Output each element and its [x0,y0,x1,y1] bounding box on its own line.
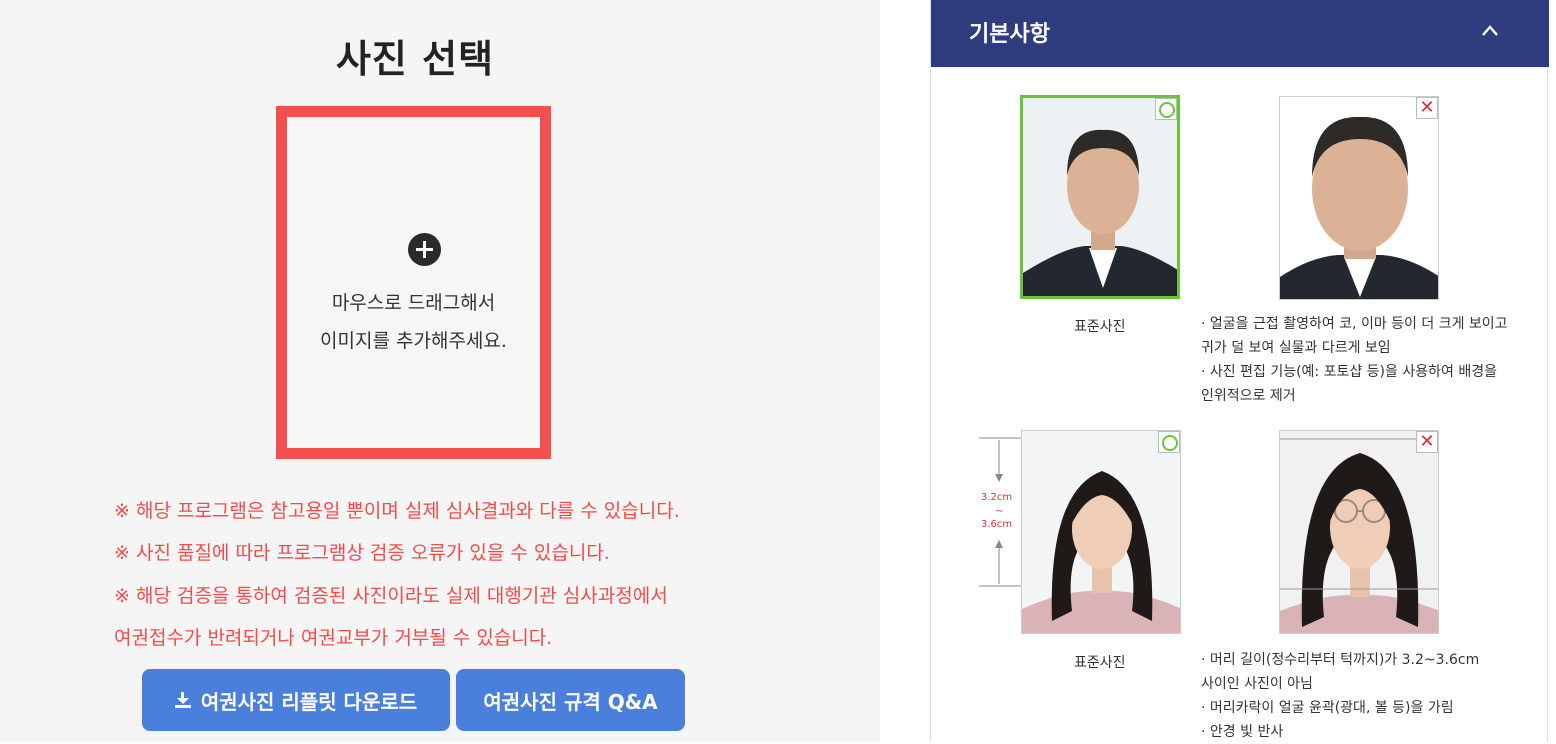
download-icon [174,692,191,708]
standard-photo-caption-1: 표준사진 [1074,319,1126,335]
notice-1: ※ 해당 프로그램은 참고용일 뿐이며 실제 심사결과와 다를 수 있습니다. [114,500,680,522]
standard-photo-caption-2: 표준사진 [1074,655,1126,671]
notice-4: 여권접수가 반려되거나 여권교부가 거부될 수 있습니다. [114,627,553,649]
panel-header[interactable]: 기본사항 [931,0,1549,67]
bad-mark-icon: ✕ [1416,97,1438,119]
measure-top: 3.2cm [981,492,1013,503]
woman-portrait-image [1022,431,1180,633]
bad-note-2-1: · 머리 길이(정수리부터 턱까지)가 3.2~3.6cm [1201,652,1480,668]
basic-info-panel: 기본사항 표준사진 ✕ · 얼굴을 근접 촬영하여 코, 이마 등이 더 크게 … [930,0,1549,744]
dropzone-text-line1: 마우스로 드래그해서 [331,292,496,314]
bad-notes-1: · 얼굴을 근접 촬영하여 코, 이마 등이 더 크게 보이고 귀가 덜 보여 … [1201,312,1508,408]
man-portrait-image [1023,98,1177,296]
bad-note-2-2: 사이인 사진이 아님 [1201,676,1313,692]
dropzone-border[interactable]: 마우스로 드래그해서 이미지를 추가해주세요. [276,106,551,459]
ok-mark-icon [1158,431,1180,453]
bad-photo-man: ✕ [1279,96,1439,300]
image-dropzone[interactable]: 마우스로 드래그해서 이미지를 추가해주세요. [287,117,540,448]
panel-title: 기본사항 [969,22,1050,47]
photo-spec-qa-button[interactable]: 여권사진 규격 Q&A [456,669,685,731]
woman-glasses-image [1280,431,1438,633]
notice-3: ※ 해당 검증을 통하여 검증된 사진이라도 실제 대행기관 심사과정에서 [114,585,668,607]
man-closeup-image [1280,97,1438,299]
measure-mid: ~ [995,506,1004,517]
ok-mark-icon [1155,98,1177,120]
download-leaflet-button[interactable]: 여권사진 리플릿 다운로드 [142,669,450,731]
bad-mark-icon: ✕ [1416,431,1438,453]
bad-note-1-3: · 사진 편집 기능(예: 포토샵 등)을 사용하여 배경을 [1201,364,1497,380]
dropzone-text-line2: 이미지를 추가해주세요. [320,330,507,352]
download-leaflet-label: 여권사진 리플릿 다운로드 [200,689,418,714]
bad-note-1-4: 인위적으로 제거 [1201,388,1296,404]
page-title: 사진 선택 [335,37,495,81]
photo-spec-qa-label: 여권사진 규격 Q&A [483,689,658,714]
bad-note-2-4: · 안경 빛 반사 [1201,724,1284,740]
bad-note-1-2: 귀가 덜 보여 실물과 다르게 보임 [1201,340,1391,356]
bad-note-2-3: · 머리카락이 얼굴 윤곽(광대, 볼 등)을 가림 [1201,700,1454,716]
chevron-up-icon[interactable] [1481,22,1499,40]
standard-photo-man [1020,95,1180,299]
bad-notes-2: · 머리 길이(정수리부터 턱까지)가 3.2~3.6cm 사이인 사진이 아님… [1201,648,1479,744]
photo-select-section: 사진 선택 마우스로 드래그해서 이미지를 추가해주세요. ※ 해당 프로그램은… [0,0,880,742]
bad-note-1-1: · 얼굴을 근접 촬영하여 코, 이마 등이 더 크게 보이고 [1201,316,1508,332]
measure-bottom: 3.6cm [981,519,1013,530]
notice-2: ※ 사진 품질에 따라 프로그램상 검증 오류가 있을 수 있습니다. [114,542,610,564]
bad-photo-woman: ✕ [1279,430,1439,634]
add-icon[interactable] [408,233,441,266]
standard-photo-woman [1021,430,1181,634]
